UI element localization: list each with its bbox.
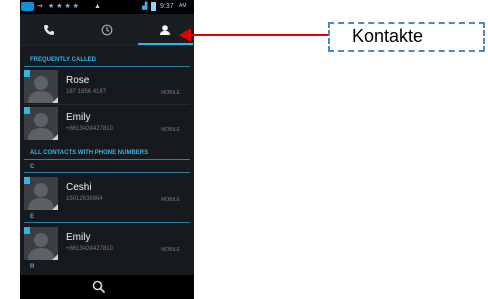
section-header-all-contacts: ALL CONTACTS WITH PHONE NUMBERS xyxy=(20,146,194,160)
callout-label: Kontakte xyxy=(352,26,424,46)
contact-name: Rose xyxy=(66,75,90,86)
section-divider xyxy=(24,66,190,67)
battery-icon xyxy=(151,2,156,11)
search-icon xyxy=(92,280,106,294)
status-bar: ➞ ★ ★ ★ ★ ▲ ▟ 9:37 AM xyxy=(20,0,194,14)
avatar xyxy=(24,70,58,103)
contact-number: 187 1856 4187 xyxy=(66,89,107,95)
sim-badge xyxy=(24,107,30,114)
index-letter-e: E xyxy=(30,214,35,220)
contact-name: Ceshi xyxy=(66,182,92,193)
signal-icon: ▟ xyxy=(142,3,148,10)
star-icons: ★ ★ ★ ★ xyxy=(48,3,79,10)
quick-contact-corner xyxy=(52,204,58,210)
avatar xyxy=(24,177,58,210)
clock-ampm: AM xyxy=(179,3,187,9)
phone-type: MOBILE xyxy=(161,247,180,253)
list-item[interactable]: Ceshi 15012638964 MOBILE xyxy=(20,175,194,212)
phone-type: MOBILE xyxy=(161,90,180,96)
quick-contact-corner xyxy=(52,134,58,140)
phone-icon xyxy=(44,24,54,35)
letter-divider xyxy=(24,172,190,173)
avatar xyxy=(24,227,58,260)
sim-badge xyxy=(24,227,30,234)
tab-phone[interactable] xyxy=(20,14,78,45)
notification-icon xyxy=(21,2,34,11)
letter-divider xyxy=(24,222,190,223)
list-item[interactable]: Rose 187 1856 4187 MOBILE xyxy=(20,68,194,105)
contact-name: Emily xyxy=(66,112,91,123)
contact-icon xyxy=(160,24,170,35)
sim-badge xyxy=(24,177,30,184)
search-button[interactable] xyxy=(91,279,107,295)
tab-bar xyxy=(20,14,194,46)
phone-type: MOBILE xyxy=(161,197,180,203)
callout-pointer-line xyxy=(184,34,331,36)
sim-badge xyxy=(24,70,30,77)
clock-icon xyxy=(101,24,113,35)
tab-recent[interactable] xyxy=(78,14,136,45)
contact-name: Emily xyxy=(66,232,91,243)
section-header-frequent: FREQUENTLY CALLED xyxy=(20,53,194,67)
contact-number: +8613424427810 xyxy=(66,126,113,132)
clock-time: 9:37 xyxy=(160,3,174,10)
bottom-bar xyxy=(20,275,194,299)
phone-type: MOBILE xyxy=(161,127,180,133)
warning-icon: ▲ xyxy=(94,3,101,10)
section-divider xyxy=(24,159,190,160)
avatar xyxy=(24,107,58,140)
list-item[interactable]: Emily +8613424427810 MOBILE xyxy=(20,225,194,262)
arrow-head-icon xyxy=(179,28,191,42)
contact-number: 15012638964 xyxy=(66,196,103,202)
phone-screen: ➞ ★ ★ ★ ★ ▲ ▟ 9:37 AM FREQUENTLY CALLED … xyxy=(20,0,194,299)
quick-contact-corner xyxy=(52,97,58,103)
usb-icon: ➞ xyxy=(37,3,43,10)
callout-box: Kontakte xyxy=(328,22,485,52)
index-letter-c: C xyxy=(30,164,35,170)
contact-list[interactable]: FREQUENTLY CALLED Rose 187 1856 4187 MOB… xyxy=(20,45,194,275)
quick-contact-corner xyxy=(52,254,58,260)
contact-number: +8613424427810 xyxy=(66,246,113,252)
index-letter-r: R xyxy=(30,264,35,270)
list-item[interactable]: Emily +8613424427810 MOBILE xyxy=(20,105,194,142)
